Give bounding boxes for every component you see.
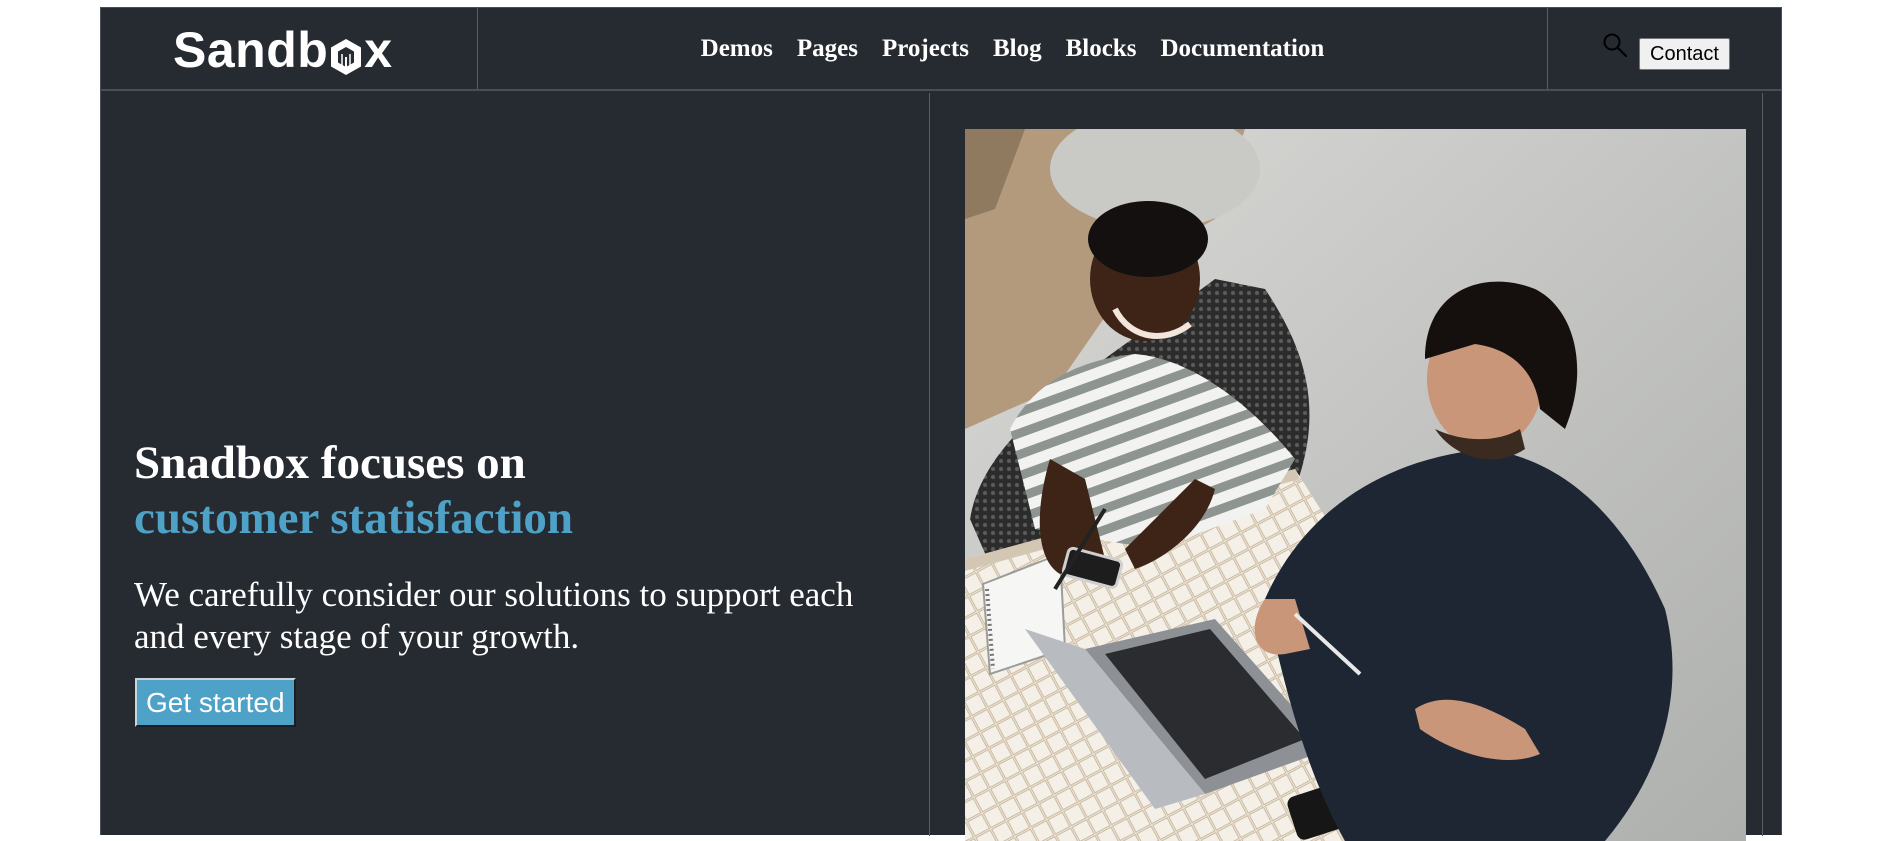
hero-title: Snadbox focuses on customer statisfactio… [134, 436, 573, 546]
logo-box-icon [329, 34, 363, 75]
nav-item-projects[interactable]: Projects [882, 35, 969, 63]
nav-item-blog[interactable]: Blog [993, 35, 1042, 63]
logo-cell: Sandb x [101, 8, 478, 89]
search-icon[interactable] [1602, 32, 1628, 58]
hero-title-line1: Snadbox focuses on [134, 437, 526, 489]
hero-subtitle: We carefully consider our solutions to s… [134, 575, 854, 656]
hero-photo [965, 129, 1746, 841]
header-tools: Contact [1547, 8, 1781, 89]
main-nav: Demos Pages Projects Blog Blocks Documen… [478, 8, 1547, 89]
hero-text-panel: Snadbox focuses on customer statisfactio… [101, 93, 930, 836]
logo[interactable]: Sandb x [173, 20, 393, 80]
hero-title-accent: customer statisfaction [134, 492, 574, 544]
nav-item-demos[interactable]: Demos [701, 35, 773, 63]
nav-item-blocks[interactable]: Blocks [1066, 35, 1137, 63]
logo-text-start: Sandb [173, 22, 329, 78]
hero-image-panel [930, 93, 1763, 841]
site-header: Sandb x Demos Pages Projects Blog Blocks… [101, 8, 1781, 91]
get-started-button[interactable]: Get started [135, 678, 296, 727]
nav-item-pages[interactable]: Pages [797, 35, 858, 63]
logo-text-end: x [364, 22, 393, 78]
nav-item-documentation[interactable]: Documentation [1160, 35, 1324, 63]
contact-button[interactable]: Contact [1639, 38, 1730, 70]
page-frame: Sandb x Demos Pages Projects Blog Blocks… [100, 7, 1782, 841]
